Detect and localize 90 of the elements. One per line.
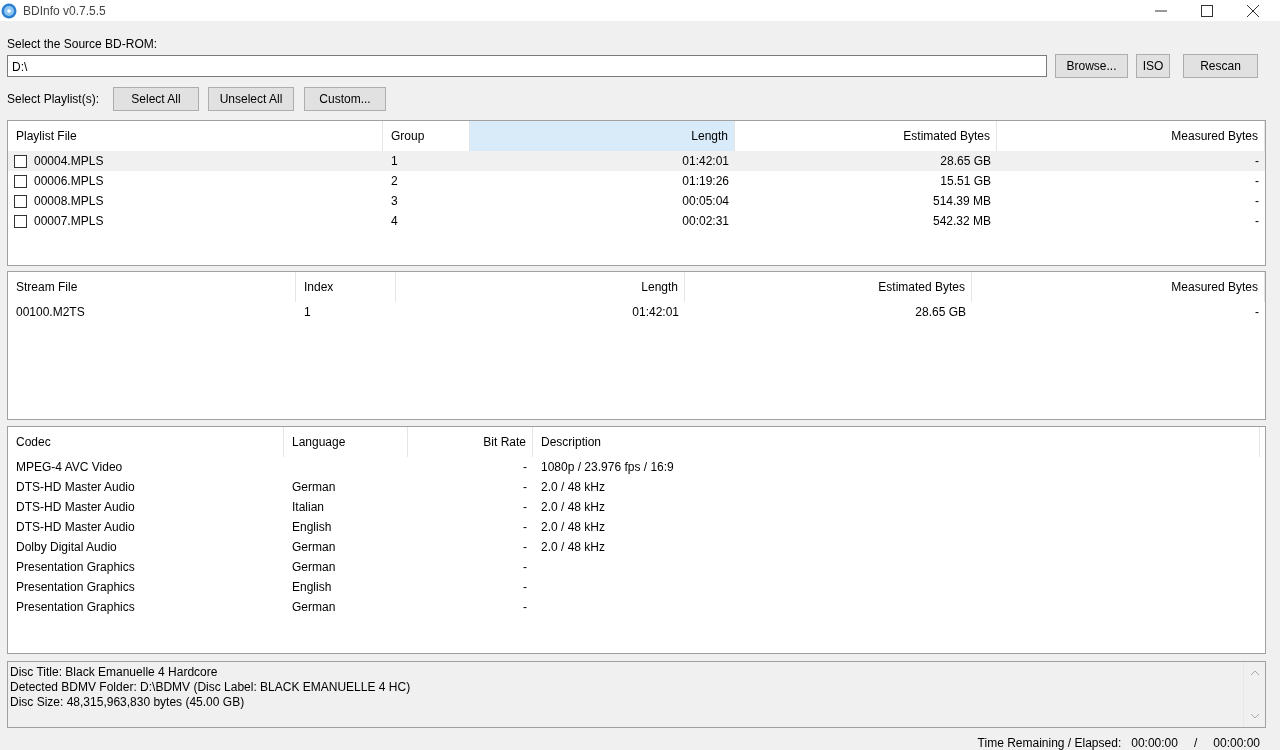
info-line: Disc Size: 48,315,963,830 bytes (45.00 GB) [10, 695, 246, 710]
table-cell-text: DTS-HD Master Audio [16, 479, 135, 496]
info-line: Disc Title: Black Emanuelle 4 Hardcore [10, 665, 219, 680]
table-cell-text: German [292, 539, 336, 556]
checkbox[interactable] [14, 154, 27, 168]
playlist-select-button[interactable]: Custom... [304, 87, 386, 111]
table-cell-text: 00100.M2TS [16, 304, 85, 321]
table-cell-text: 2.0 / 48 kHz [541, 519, 606, 536]
table-cell-text: 01:42:01 [682, 153, 729, 170]
column-header[interactable]: Stream File [8, 272, 296, 302]
table-cell-text: German [292, 599, 336, 616]
table-cell-text: 1080p / 23.976 fps / 16:9 [541, 459, 674, 476]
playlist-row[interactable]: 00004.MPLS 1 01:42:01 28.65 GB - [8, 151, 1265, 171]
table-cell-text: Italian [292, 499, 325, 516]
table-cell-text: 00004.MPLS [34, 153, 104, 170]
column-header[interactable]: Measured Bytes [972, 272, 1265, 302]
playlist-row[interactable]: 00006.MPLS 2 01:19:26 15.51 GB - [8, 171, 1265, 191]
time-remaining: 00:00:00 [1131, 736, 1178, 750]
table-cell-text: - [523, 499, 527, 516]
table-cell-text: - [1255, 173, 1259, 190]
table-cell-text: - [523, 479, 527, 496]
column-header[interactable]: Length [396, 272, 685, 302]
column-header[interactable]: Description [533, 427, 1260, 457]
source-button[interactable]: ISO [1136, 54, 1170, 78]
playlist-select-button[interactable]: Select All [113, 87, 199, 111]
table-cell-text: English [292, 519, 332, 536]
table-cell-text: - [523, 459, 527, 476]
table-cell-text: - [523, 519, 527, 536]
time-separator: / [1193, 736, 1198, 750]
checkbox[interactable] [14, 214, 27, 228]
table-cell-text: English [292, 579, 332, 596]
window-title: BDInfo v0.7.5.5 [23, 3, 106, 18]
time-elapsed: 00:00:00 [1213, 736, 1260, 750]
table-cell-text: 15.51 GB [940, 173, 991, 190]
playlist-row[interactable]: 00008.MPLS 3 00:05:04 514.39 MB - [8, 191, 1265, 211]
table-cell-text: - [1255, 193, 1259, 210]
table-cell-text: 01:42:01 [632, 304, 679, 321]
table-cell-text: 00:02:31 [682, 213, 729, 230]
table-cell-text: German [292, 479, 336, 496]
playlist-select-label: Select Playlist(s): [7, 92, 101, 106]
table-cell-text: Dolby Digital Audio [16, 539, 117, 556]
table-cell-text: - [1255, 153, 1259, 170]
table-cell-text: DTS-HD Master Audio [16, 499, 135, 516]
table-cell-text: 28.65 GB [940, 153, 991, 170]
maximize-icon[interactable] [1201, 4, 1213, 17]
table-cell-text: - [1255, 213, 1259, 230]
column-header[interactable]: Estimated Bytes [685, 272, 972, 302]
status-label: Time Remaining / Elapsed: [977, 736, 1122, 750]
column-header[interactable]: Length [470, 121, 735, 151]
close-icon[interactable] [1247, 4, 1259, 17]
table-cell-text: 2.0 / 48 kHz [541, 539, 606, 556]
table-cell-text: 1 [391, 153, 398, 170]
table-cell-text: Presentation Graphics [16, 559, 135, 576]
table-cell-text: - [1255, 304, 1259, 321]
table-cell-text: German [292, 559, 336, 576]
source-path-field[interactable]: D:\ [7, 55, 1047, 77]
table-cell-text: 1 [304, 304, 311, 321]
table-cell-text: 2.0 / 48 kHz [541, 479, 606, 496]
table-cell-text: 00006.MPLS [34, 173, 104, 190]
table-cell-text: MPEG-4 AVC Video [16, 459, 123, 476]
checkbox[interactable] [14, 174, 27, 188]
table-cell-text: Presentation Graphics [16, 579, 135, 596]
column-header[interactable]: Bit Rate [408, 427, 533, 457]
table-cell-text: 514.39 MB [932, 193, 991, 210]
table-cell-text: - [523, 539, 527, 556]
table-cell-text: - [523, 579, 527, 596]
table-cell-text: 01:19:26 [682, 173, 729, 190]
source-label: Select the Source BD-ROM: [7, 36, 159, 52]
table-cell-text: 3 [391, 193, 398, 210]
column-header[interactable]: Index [296, 272, 396, 302]
info-line: Detected BDMV Folder: D:\BDMV (Disc Label: BLACK EMANUELLE 4 HC) [10, 680, 412, 695]
playlist-row[interactable]: 00007.MPLS 4 00:02:31 542.32 MB - [8, 211, 1265, 231]
table-cell-text: - [523, 559, 527, 576]
playlist-select-button[interactable]: Unselect All [208, 87, 294, 111]
table-cell-text: 00:05:04 [682, 193, 729, 210]
table-cell-text: 00007.MPLS [34, 213, 104, 230]
table-cell-text: 2 [391, 173, 398, 190]
table-cell-text: 542.32 MB [932, 213, 991, 230]
source-button[interactable]: Rescan [1183, 54, 1258, 78]
table-cell-text: DTS-HD Master Audio [16, 519, 135, 536]
table-cell-text: 28.65 GB [915, 304, 966, 321]
table-cell-text: 2.0 / 48 kHz [541, 499, 606, 516]
table-cell-text: 4 [391, 213, 398, 230]
table-cell-text: Presentation Graphics [16, 599, 135, 616]
source-button[interactable]: Browse... [1055, 54, 1128, 78]
checkbox[interactable] [14, 194, 27, 208]
table-cell-text: 00008.MPLS [34, 193, 104, 210]
column-header[interactable]: Language [284, 427, 408, 457]
table-cell-text: - [523, 599, 527, 616]
column-header[interactable]: Codec [8, 427, 284, 457]
